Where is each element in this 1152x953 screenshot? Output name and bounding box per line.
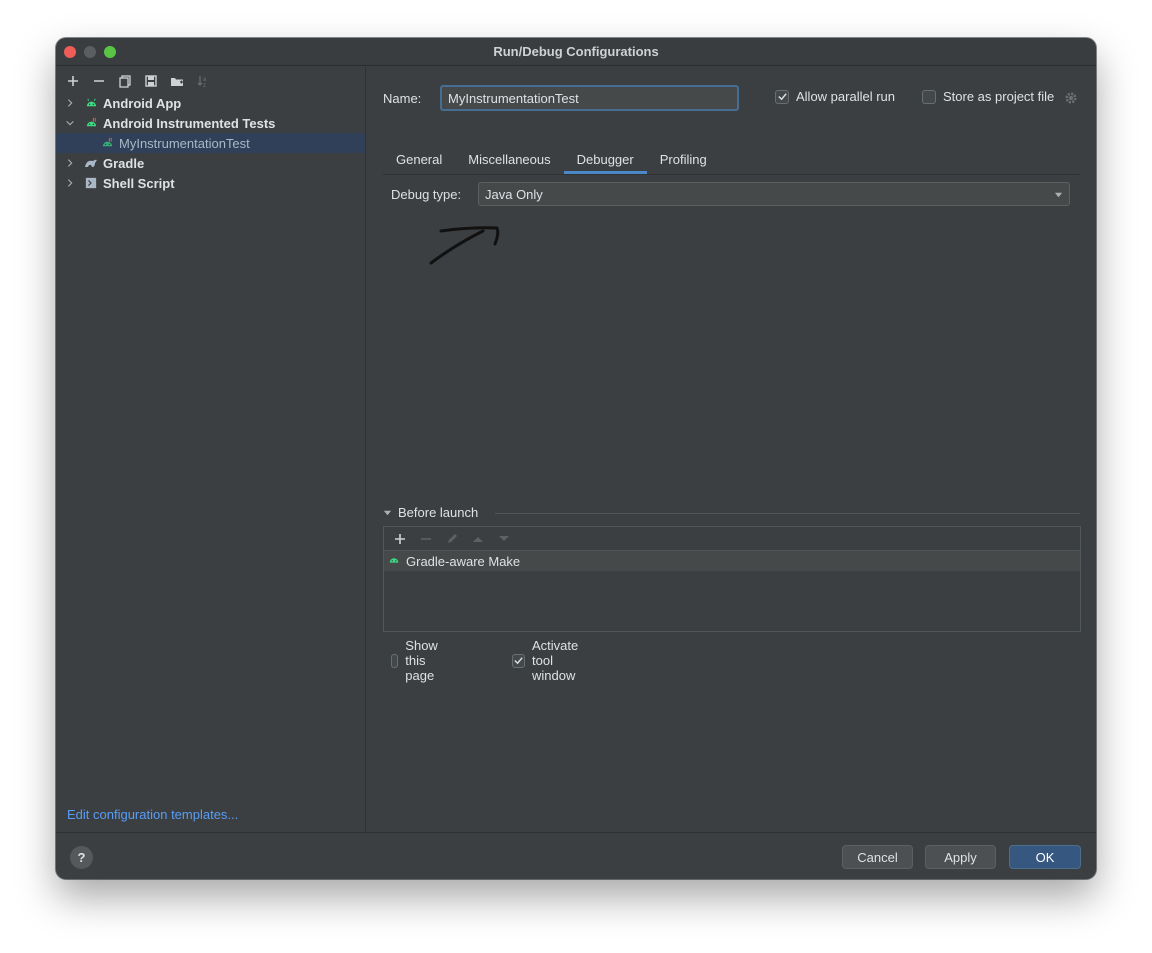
tab-debugger[interactable]: Debugger	[563, 145, 647, 174]
checkbox-box[interactable]	[775, 89, 789, 104]
svg-text:z: z	[203, 83, 206, 88]
tree-item-label: Android Instrumented Tests	[103, 115, 276, 131]
pen-annotation-mark	[429, 226, 500, 265]
dropdown-arrow-icon	[1054, 187, 1063, 202]
tree-item-label: Shell Script	[103, 175, 175, 191]
debug-type-select[interactable]: Java Only	[478, 182, 1070, 206]
before-launch-panel: Gradle-aware Make	[383, 526, 1081, 632]
name-label: Name:	[383, 91, 422, 106]
checkbox-box[interactable]	[922, 89, 936, 104]
sort-icon[interactable]: az	[192, 71, 214, 91]
gear-icon[interactable]	[1064, 91, 1078, 105]
apply-button[interactable]: Apply	[925, 845, 996, 869]
activate-tool-window-checkbox[interactable]: Activate tool window	[512, 638, 579, 683]
checkbox-label: Activate tool window	[532, 638, 579, 683]
add-icon[interactable]	[62, 71, 84, 91]
config-editor: Name: Allow parallel run Store as projec…	[367, 67, 1096, 832]
chevron-right-icon[interactable]	[64, 157, 76, 169]
tab-general[interactable]: General	[383, 145, 455, 174]
save-icon[interactable]	[140, 71, 162, 91]
allow-parallel-checkbox[interactable]: Allow parallel run	[775, 89, 895, 104]
chevron-right-icon[interactable]	[64, 97, 76, 109]
config-sidebar: az Android App Android Instrumented Test…	[56, 67, 366, 832]
chevron-right-icon[interactable]	[64, 177, 76, 189]
before-launch-toolbar	[384, 527, 1080, 551]
run-debug-dialog: Run/Debug Configurations az Android App …	[56, 38, 1096, 879]
debug-type-label: Debug type:	[391, 187, 462, 202]
tree-item-label: Gradle	[103, 155, 145, 171]
tab-miscellaneous[interactable]: Miscellaneous	[455, 145, 563, 174]
ok-button[interactable]: OK	[1009, 845, 1081, 869]
move-up-icon[interactable]	[470, 529, 486, 549]
tree-item-my-instrumentation-test[interactable]: MyInstrumentationTest	[56, 133, 365, 153]
move-down-icon[interactable]	[496, 529, 512, 549]
tree-item-label: MyInstrumentationTest	[119, 135, 250, 151]
section-divider	[495, 513, 1080, 514]
android-icon	[84, 96, 98, 110]
dialog-footer: ? Cancel Apply OK	[56, 832, 1096, 879]
folder-icon[interactable]	[166, 71, 188, 91]
cancel-button[interactable]: Cancel	[842, 845, 913, 869]
task-label: Gradle-aware Make	[406, 553, 521, 569]
tree-item-gradle[interactable]: Gradle	[56, 153, 365, 173]
show-this-page-checkbox[interactable]: Show this page	[391, 638, 445, 683]
tree-item-label: Android App	[103, 95, 182, 111]
before-launch-header[interactable]: Before launch	[383, 505, 478, 520]
gradle-icon	[84, 156, 98, 170]
tabs-divider	[383, 174, 1080, 175]
titlebar: Run/Debug Configurations	[56, 38, 1096, 66]
before-launch-task[interactable]: Gradle-aware Make	[384, 551, 1080, 571]
window-title: Run/Debug Configurations	[493, 44, 659, 59]
tree-item-android-app[interactable]: Android App	[56, 93, 365, 113]
debug-type-value: Java Only	[485, 186, 543, 202]
edit-templates-link[interactable]: Edit configuration templates...	[67, 807, 238, 822]
tree-item-android-instrumented-tests[interactable]: Android Instrumented Tests	[56, 113, 365, 133]
chevron-down-icon[interactable]	[64, 117, 76, 129]
edit-icon[interactable]	[444, 529, 460, 549]
tree-item-shell-script[interactable]: Shell Script	[56, 173, 365, 193]
before-launch-title: Before launch	[398, 505, 479, 520]
checkbox-box[interactable]	[391, 653, 399, 668]
checkbox-label: Show this page	[405, 638, 438, 683]
remove-icon[interactable]	[418, 529, 434, 549]
terminal-icon	[84, 176, 98, 190]
add-icon[interactable]	[392, 529, 408, 549]
tab-profiling[interactable]: Profiling	[647, 145, 720, 174]
config-tabs: General Miscellaneous Debugger Profiling	[383, 145, 720, 174]
checkbox-label: Store as project file	[943, 89, 1055, 104]
remove-icon[interactable]	[88, 71, 110, 91]
store-project-checkbox[interactable]: Store as project file	[922, 89, 1054, 104]
sidebar-toolbar: az	[62, 71, 214, 91]
help-button[interactable]: ?	[70, 846, 93, 869]
copy-icon[interactable]	[114, 71, 136, 91]
checkbox-label: Allow parallel run	[796, 89, 895, 104]
android-icon	[388, 554, 400, 569]
name-input[interactable]	[440, 85, 739, 111]
checkbox-box[interactable]	[512, 653, 525, 668]
android-test-icon	[100, 136, 114, 150]
config-tree: Android App Android Instrumented Tests M…	[56, 93, 365, 193]
triangle-down-icon[interactable]	[383, 505, 392, 520]
android-test-icon	[84, 116, 98, 130]
